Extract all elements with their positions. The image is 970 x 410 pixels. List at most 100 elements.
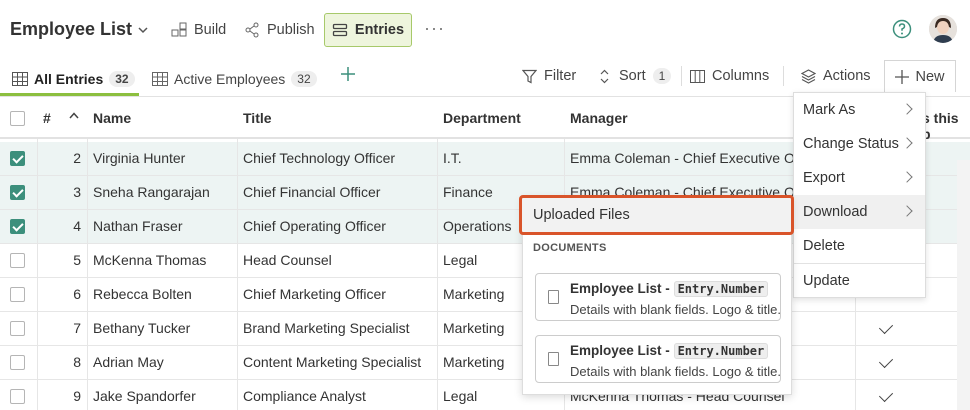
cell-name: McKenna Thomas	[93, 252, 207, 268]
menu-item-delete[interactable]: Delete	[794, 229, 925, 263]
menu-item-download[interactable]: Download	[794, 195, 925, 229]
menu-item-export[interactable]: Export	[794, 161, 925, 195]
menu-item-label: Update	[803, 273, 850, 289]
cell-title: Chief Marketing Officer	[243, 286, 386, 302]
cell-department: I.T.	[443, 150, 462, 166]
entries-button[interactable]: Entries	[324, 13, 412, 47]
toolbar-divider	[681, 66, 682, 86]
sort-ascending-icon[interactable]	[69, 112, 79, 119]
sort-label: Sort	[619, 68, 646, 84]
cell-number: 4	[73, 218, 81, 234]
filter-button[interactable]: Filter	[522, 66, 576, 86]
document-item[interactable]: Employee List - Entry.Number Details wit…	[535, 335, 781, 383]
column-header-department[interactable]: Department	[443, 110, 521, 126]
build-label: Build	[194, 22, 227, 38]
app-title[interactable]: Employee List	[10, 19, 148, 40]
entries-icon	[332, 23, 348, 37]
table-row[interactable]: 7 Bethany Tucker Brand Marketing Specialis…	[0, 312, 970, 346]
menu-item-change-status[interactable]: Change Status	[794, 127, 925, 161]
cell-name: Virginia Hunter	[93, 150, 186, 166]
column-header-extra[interactable]: s this p	[922, 110, 970, 142]
column-divider	[37, 139, 38, 410]
more-options-button[interactable]: ···	[424, 18, 445, 39]
cell-number: 2	[73, 150, 81, 166]
cell-number: 8	[73, 354, 81, 370]
row-checkbox[interactable]	[10, 389, 25, 404]
row-checkbox[interactable]	[10, 355, 25, 370]
filter-label: Filter	[544, 68, 577, 84]
column-header-title[interactable]: Title	[243, 110, 272, 126]
document-token: Entry.Number	[673, 343, 769, 359]
add-view-icon[interactable]	[340, 66, 356, 82]
cell-name: Nathan Fraser	[93, 218, 183, 234]
plus-icon	[895, 69, 910, 84]
columns-icon	[690, 69, 705, 83]
chevron-down-icon	[138, 26, 148, 33]
chevron-right-icon	[901, 205, 913, 217]
filter-icon	[522, 69, 537, 83]
table-icon	[152, 72, 168, 86]
columns-button[interactable]: Columns	[690, 66, 769, 86]
table-row[interactable]: 9 Jake Spandorfer Compliance Analyst Legal M…	[0, 380, 970, 410]
row-checkbox[interactable]	[10, 253, 25, 268]
cell-number: 7	[73, 320, 81, 336]
cell-name: Bethany Tucker	[93, 320, 191, 336]
table-row[interactable]: 8 Adrian May Content Marketing Specialist M…	[0, 346, 970, 380]
document-title: Employee List - Entry.Number	[570, 281, 769, 297]
row-checkbox[interactable]	[10, 321, 25, 336]
column-header-number[interactable]: #	[43, 110, 51, 126]
publish-label: Publish	[267, 22, 315, 38]
cell-title: Head Counsel	[243, 252, 332, 268]
user-avatar-icon	[929, 15, 957, 43]
document-token: Entry.Number	[673, 281, 769, 297]
cell-title: Chief Technology Officer	[243, 150, 396, 166]
cell-title: Compliance Analyst	[243, 388, 366, 404]
document-description: Details with blank fields. Logo & title.	[570, 364, 781, 379]
menu-item-label: Download	[803, 204, 868, 220]
document-name: Employee List	[570, 281, 662, 296]
cell-title: Chief Operating Officer	[243, 218, 386, 234]
document-title: Employee List - Entry.Number	[570, 343, 769, 359]
sort-button[interactable]: Sort 1	[597, 66, 672, 86]
build-button[interactable]: Build	[171, 14, 226, 46]
column-header-name[interactable]: Name	[93, 110, 131, 126]
tab-all-entries[interactable]: All Entries 32	[12, 64, 135, 94]
column-header-manager[interactable]: Manager	[570, 110, 628, 126]
table-icon	[12, 72, 28, 86]
avatar[interactable]	[929, 15, 957, 43]
row-checkbox[interactable]	[10, 185, 25, 200]
sort-icon	[600, 69, 609, 83]
sort-count: 1	[652, 68, 672, 84]
entries-label: Entries	[354, 22, 405, 38]
new-button[interactable]: New	[884, 60, 956, 92]
new-label: New	[915, 68, 945, 85]
cell-name: Adrian May	[93, 354, 164, 370]
column-divider	[87, 139, 88, 410]
layers-icon	[801, 68, 816, 84]
cell-number: 3	[73, 184, 81, 200]
publish-button[interactable]: Publish	[244, 14, 315, 46]
cell-name: Sneha Rangarajan	[93, 184, 210, 200]
select-all-checkbox[interactable]	[10, 111, 25, 126]
menu-item-label: Delete	[803, 238, 845, 254]
row-checkbox[interactable]	[10, 287, 25, 302]
cell-number: 5	[73, 252, 81, 268]
toolbar-divider	[783, 66, 784, 86]
row-checkbox[interactable]	[10, 151, 25, 166]
tab-active-employees[interactable]: Active Employees 32	[152, 64, 317, 94]
chevron-right-icon	[901, 171, 913, 183]
menu-item-update[interactable]: Update	[794, 264, 925, 298]
help-icon[interactable]	[892, 19, 912, 39]
vertical-scrollbar[interactable]	[957, 160, 970, 410]
cell-name: Rebecca Bolten	[93, 286, 192, 302]
actions-button[interactable]: Actions	[801, 66, 871, 86]
document-item[interactable]: Employee List - Entry.Number Details wit…	[535, 273, 781, 321]
tab-all-entries-label: All Entries	[34, 71, 104, 87]
cell-title: Content Marketing Specialist	[243, 354, 422, 370]
row-checkbox[interactable]	[10, 219, 25, 234]
menu-item-mark-as[interactable]: Mark As	[794, 93, 925, 127]
tab-active-employees-label: Active Employees	[174, 71, 286, 87]
documents-section-label: DOCUMENTS	[533, 242, 607, 254]
uploaded-files-item[interactable]: Uploaded Files	[519, 195, 794, 235]
uploaded-files-label: Uploaded Files	[533, 207, 630, 223]
